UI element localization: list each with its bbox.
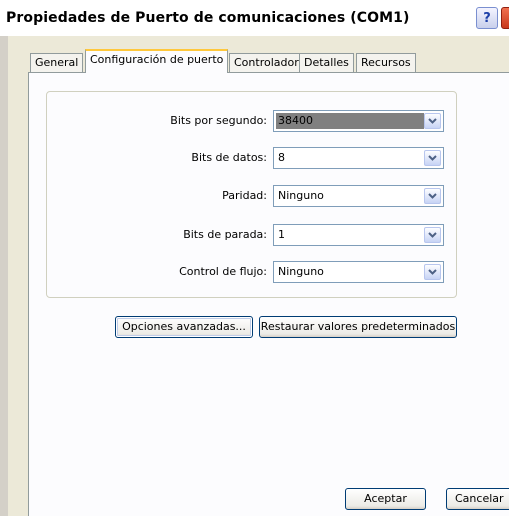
- data-bits-value: 8: [278, 151, 285, 164]
- flow-control-label: Control de flujo:: [179, 265, 267, 278]
- flow-control-value: Ninguno: [278, 265, 324, 278]
- dropdown-button[interactable]: [424, 264, 441, 280]
- tab-resources[interactable]: Recursos: [356, 53, 416, 72]
- tab-details[interactable]: Detalles: [299, 53, 354, 72]
- chevron-down-icon: [428, 118, 437, 124]
- stop-bits-select[interactable]: 1: [273, 224, 444, 246]
- close-button[interactable]: [501, 7, 509, 29]
- window-title: Propiedades de Puerto de comunicaciones …: [6, 10, 410, 26]
- data-bits-select[interactable]: 8: [273, 147, 444, 169]
- bits-per-second-label: Bits por segundo:: [170, 114, 267, 127]
- chevron-down-icon: [428, 269, 437, 275]
- dropdown-button[interactable]: [424, 150, 441, 166]
- parity-select[interactable]: Ninguno: [273, 185, 444, 207]
- ok-button[interactable]: Aceptar: [345, 488, 426, 510]
- cancel-button[interactable]: Cancelar: [446, 488, 509, 510]
- chevron-down-icon: [428, 155, 437, 161]
- dropdown-button[interactable]: [424, 227, 441, 243]
- dropdown-button[interactable]: [424, 113, 441, 129]
- help-button[interactable]: ?: [476, 7, 498, 29]
- title-bar[interactable]: Propiedades de Puerto de comunicaciones …: [0, 0, 509, 36]
- parity-value: Ninguno: [278, 189, 324, 202]
- window-left-edge: [0, 36, 8, 516]
- flow-control-select[interactable]: Ninguno: [273, 261, 444, 283]
- restore-defaults-button[interactable]: Restaurar valores predeterminados: [259, 316, 457, 338]
- bits-per-second-value: 38400: [278, 114, 313, 127]
- parity-label: Paridad:: [222, 189, 267, 202]
- help-icon: ?: [483, 10, 491, 26]
- stop-bits-label: Bits de parada:: [183, 228, 267, 241]
- dialog-window: Propiedades de Puerto de comunicaciones …: [0, 0, 509, 516]
- data-bits-label: Bits de datos:: [191, 151, 267, 164]
- chevron-down-icon: [428, 193, 437, 199]
- dropdown-button[interactable]: [424, 188, 441, 204]
- stop-bits-value: 1: [278, 228, 285, 241]
- tab-port-settings[interactable]: Configuración de puerto: [85, 49, 229, 73]
- bits-per-second-select[interactable]: 38400: [273, 110, 444, 132]
- advanced-options-button[interactable]: Opciones avanzadas...: [115, 316, 253, 338]
- tab-general[interactable]: General: [30, 53, 84, 72]
- chevron-down-icon: [428, 232, 437, 238]
- tab-driver[interactable]: Controlador: [229, 53, 304, 72]
